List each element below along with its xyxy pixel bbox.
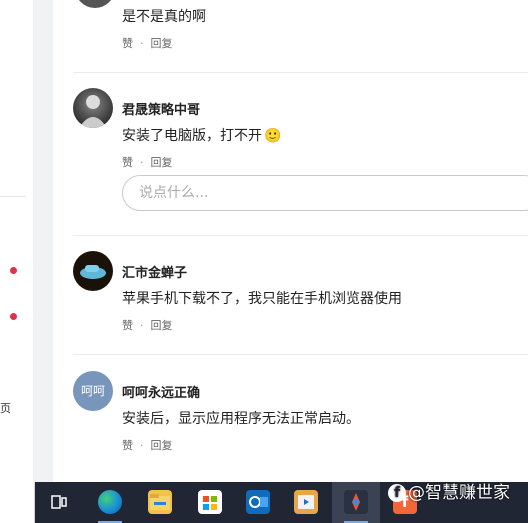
comment-actions: 赞 · 回复 (122, 35, 173, 51)
separator-dot: · (140, 156, 144, 169)
like-button[interactable]: 赞 (122, 37, 133, 50)
comment-actions: 赞 · 回复 (122, 154, 173, 170)
reply-input[interactable]: 说点什么... (122, 175, 528, 211)
edge-icon[interactable] (98, 490, 122, 514)
comment-actions: 赞 · 回复 (122, 437, 173, 453)
username[interactable]: 君晟策略中哥 (122, 99, 200, 118)
avatar[interactable]: 呵呵 (73, 371, 113, 411)
comment-text-body: 安装了电脑版，打不开 (122, 128, 262, 144)
comment-text: 安装了电脑版，打不开 🙂 (122, 125, 281, 145)
video-app-icon[interactable] (294, 490, 318, 514)
comment-text: 苹果手机下载不了，我只能在手机浏览器使用 (122, 291, 402, 307)
avatar[interactable] (75, 0, 115, 8)
reply-button[interactable]: 回复 (151, 156, 173, 169)
comment-actions: 赞 · 回复 (122, 317, 173, 333)
like-button[interactable]: 赞 (122, 156, 133, 169)
left-panel: 页 (0, 0, 33, 482)
separator-dot: · (140, 439, 144, 452)
task-view-icon[interactable] (50, 492, 70, 512)
comment-list: 是不是真的啊 赞 · 回复 君晟策略中哥 安装了电脑版，打不开 🙂 赞 · 回复 说点什么… (53, 0, 528, 482)
avatar[interactable] (73, 251, 113, 291)
reply-button[interactable]: 回复 (151, 37, 173, 50)
gutter (33, 0, 53, 482)
avatar[interactable] (73, 88, 113, 128)
separator-dot: · (140, 37, 144, 50)
username[interactable]: 呵呵永远正确 (122, 382, 200, 401)
smile-emoji-icon: 🙂 (264, 128, 282, 144)
avatar-photo-icon (79, 95, 107, 128)
app-icon-active[interactable] (344, 490, 368, 514)
unread-dot (10, 313, 17, 320)
unread-dot (10, 267, 17, 274)
separator-dot: · (140, 319, 144, 332)
left-divider (0, 196, 26, 197)
car-avatar-icon (80, 265, 106, 279)
watermark: f @智慧赚世家 (388, 478, 510, 503)
outlook-icon[interactable] (246, 490, 270, 514)
comment-separator (73, 72, 528, 73)
comment-text: 是不是真的啊 (122, 9, 206, 25)
reply-button[interactable]: 回复 (151, 439, 173, 452)
left-fragment-text: 页 (0, 402, 11, 415)
file-explorer-icon[interactable] (148, 490, 172, 514)
like-button[interactable]: 赞 (122, 319, 133, 332)
comment-separator (73, 354, 528, 355)
watermark-text: @智慧赚世家 (408, 483, 510, 503)
like-button[interactable]: 赞 (122, 439, 133, 452)
store-icon[interactable] (198, 490, 222, 514)
username[interactable]: 汇市金蝉子 (122, 262, 187, 281)
comment-text: 安装后，显示应用程序无法正常启动。 (122, 411, 360, 427)
reply-button[interactable]: 回复 (151, 319, 173, 332)
taskbar-left-area (0, 482, 35, 523)
comment-separator (73, 235, 528, 236)
brand-logo-icon: f (388, 484, 406, 502)
